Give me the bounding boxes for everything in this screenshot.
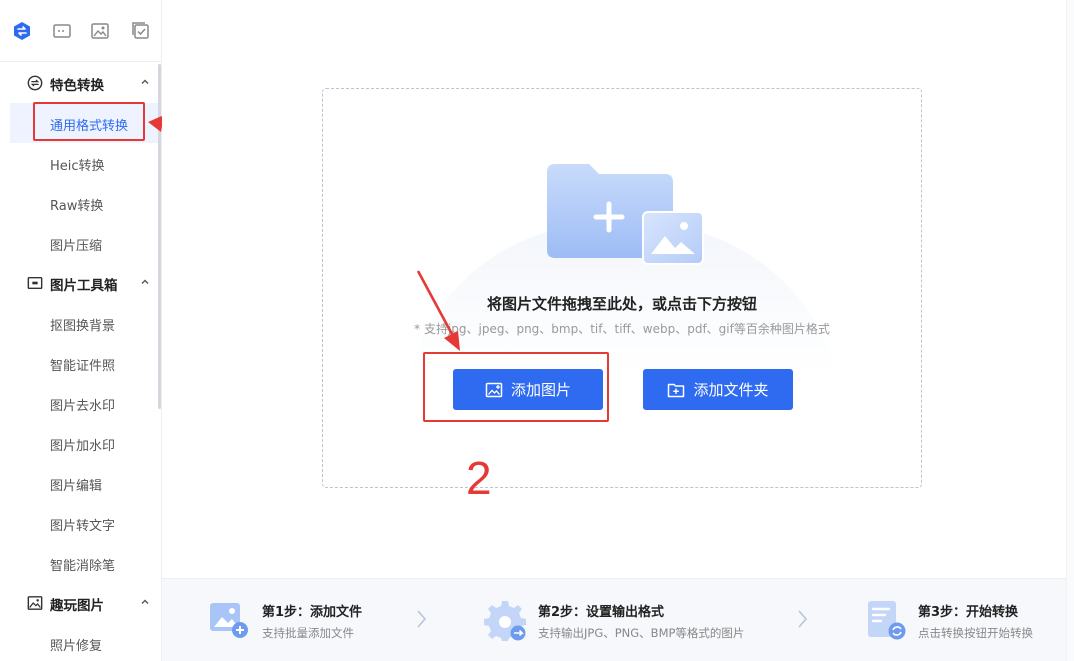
main-area: 将图片文件拖拽至此处，或点击下方按钮 * 支持jpg、jpeg、png、bmp、… [162, 0, 1074, 578]
sidebar-item-remove-watermark[interactable]: 图片去水印 [10, 383, 158, 423]
chevron-right-icon [417, 610, 427, 628]
sidebar-item-cutout[interactable]: 抠图换背景 [10, 303, 158, 343]
checklist-icon[interactable] [131, 21, 151, 41]
sidebar-item-add-watermark[interactable]: 图片加水印 [10, 423, 158, 463]
sidebar-item-label: Raw转换 [50, 199, 104, 214]
sidebar-item-label: 图片加水印 [50, 439, 116, 454]
convert-icon [27, 75, 43, 91]
steps-bar: 第1步：添加文件 支持批量添加文件 第2步：设置输出格式 支持输出JPG、PNG… [162, 578, 1066, 661]
chevron-up-icon [141, 599, 149, 604]
sidebar-item-photo-restore[interactable]: 照片修复 [10, 623, 158, 661]
annotation-box-2 [423, 352, 609, 422]
chevron-up-icon [141, 279, 149, 284]
sidebar-item-heic[interactable]: Heic转换 [10, 143, 158, 183]
sidebar-item-ocr[interactable]: 图片转文字 [10, 503, 158, 543]
sidebar-item-label: 图片编辑 [50, 479, 103, 494]
annotation-arrow-2 [416, 270, 460, 351]
image-icon[interactable] [90, 21, 110, 41]
step-1-desc: 支持批量添加文件 [262, 626, 354, 640]
picture-icon [27, 596, 43, 610]
section-fun-images[interactable]: 趣玩图片 [10, 583, 158, 623]
section-title: 趣玩图片 [50, 598, 104, 614]
sidebar-item-edit[interactable]: 图片编辑 [10, 463, 158, 503]
sidebar-item-label: 照片修复 [50, 639, 103, 654]
add-image-folder-icon [547, 164, 704, 265]
sidebar-item-compress[interactable]: 图片压缩 [10, 223, 158, 263]
step-2-desc: 支持输出JPG、PNG、BMP等格式的图片 [538, 626, 745, 640]
sidebar-item-raw[interactable]: Raw转换 [10, 183, 158, 223]
toolbox-icon [27, 276, 43, 290]
sidebar: 特色转换 通用格式转换 Heic转换 Raw转换 图片压缩 图片工具箱 抠图换背… [0, 0, 162, 661]
chevron-right-icon [798, 610, 808, 628]
convert-icon[interactable] [12, 21, 32, 41]
sidebar-item-label: Heic转换 [50, 159, 105, 174]
step-3-title: 第3步：开始转换 [918, 605, 1019, 620]
add-folder-button[interactable]: 添加文件夹 [643, 369, 793, 410]
start-convert-step-icon [868, 601, 906, 640]
sidebar-item-label: 图片去水印 [50, 399, 116, 414]
annotation-box-1 [33, 102, 145, 141]
main-scrollbar[interactable] [1066, 0, 1074, 661]
sidebar-item-label: 智能消除笔 [50, 559, 116, 574]
section-title: 特色转换 [50, 78, 104, 94]
sidebar-item-eraser[interactable]: 智能消除笔 [10, 543, 158, 583]
section-image-toolbox[interactable]: 图片工具箱 [10, 263, 158, 303]
step-3-desc: 点击转换按钮开始转换 [918, 626, 1033, 640]
step-2-title: 第2步：设置输出格式 [538, 605, 665, 620]
section-special-convert[interactable]: 特色转换 [10, 63, 158, 103]
sidebar-item-label: 图片压缩 [50, 239, 103, 254]
chevron-up-icon [141, 79, 149, 84]
section-title: 图片工具箱 [50, 278, 118, 294]
add-folder-icon [668, 383, 685, 397]
sidebar-item-label: 抠图换背景 [50, 319, 116, 334]
settings-step-icon [484, 601, 526, 641]
add-file-step-icon [210, 603, 248, 638]
sidebar-item-label: 智能证件照 [50, 359, 116, 374]
image-toolbox-icon[interactable] [52, 21, 72, 41]
sidebar-top-icons [0, 0, 162, 62]
annotation-number-2: 2 [466, 452, 492, 504]
step-1-title: 第1步：添加文件 [262, 605, 363, 620]
add-folder-label: 添加文件夹 [693, 381, 769, 399]
sidebar-item-id-photo[interactable]: 智能证件照 [10, 343, 158, 383]
sidebar-item-label: 图片转文字 [50, 519, 116, 534]
